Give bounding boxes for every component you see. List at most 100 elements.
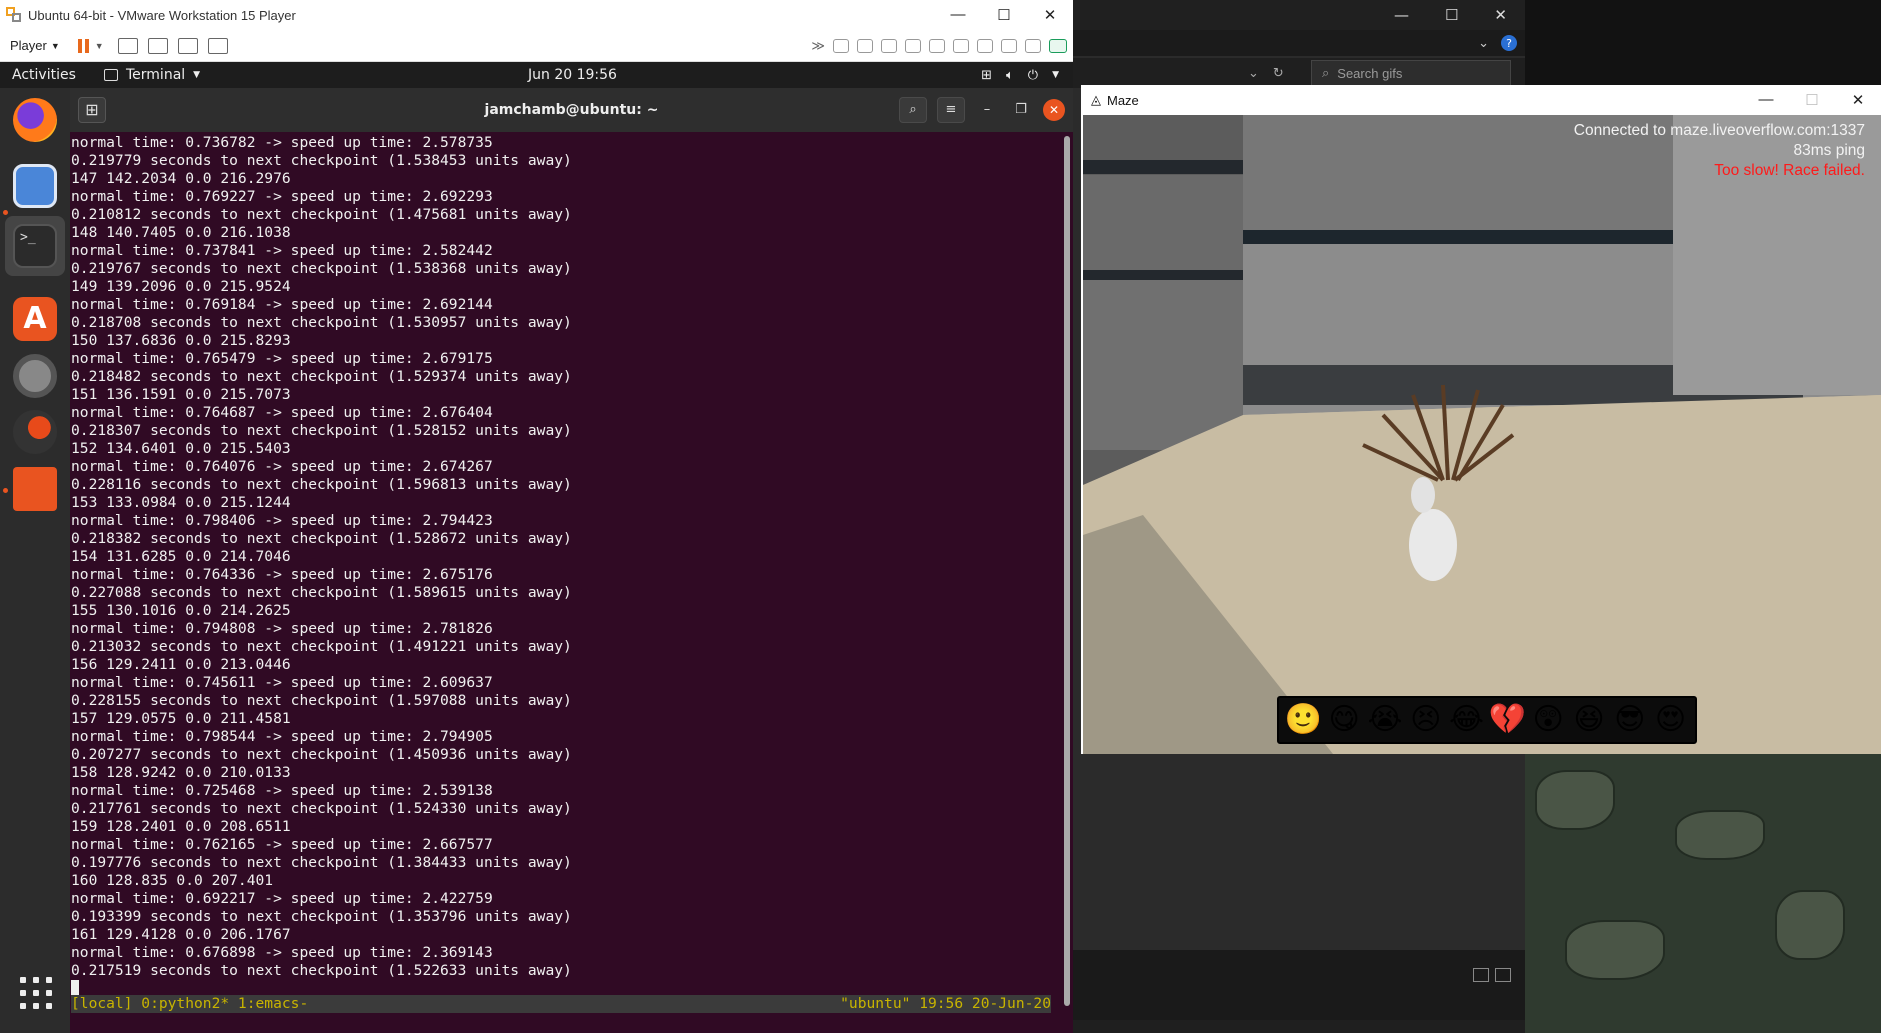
show-applications-icon[interactable] [20, 977, 52, 1009]
system-tray[interactable]: ⊞ 🔈︎ ⏻ ▼ [981, 68, 1059, 83]
cd-drive-icon[interactable] [857, 38, 873, 53]
search-button[interactable]: ⌕ [899, 97, 927, 123]
emoji-button[interactable]: 😆 [1570, 703, 1608, 737]
tmux-windows[interactable]: [local] 0:python2* 1:emacs- [71, 995, 308, 1013]
large-icons-view-icon[interactable] [1495, 968, 1511, 982]
camera-icon[interactable] [1001, 38, 1017, 53]
new-tab-button[interactable]: ⊞ [78, 97, 106, 123]
software-center-icon: A [13, 297, 57, 341]
search-placeholder: Search gifs [1337, 65, 1403, 81]
maze-title: Maze [1107, 92, 1139, 108]
terminal-line: 150 137.6836 0.0 215.8293 [71, 332, 291, 349]
message-log-icon[interactable] [1049, 38, 1067, 53]
cursor [71, 980, 79, 996]
refresh-icon[interactable]: ↻ [1273, 66, 1284, 81]
terminal-line: 160 128.835 0.0 207.401 [71, 872, 274, 889]
fullscreen-icon[interactable] [177, 37, 198, 54]
chevron-down-icon[interactable]: ⌄ [1478, 36, 1489, 51]
emoji-button[interactable]: 😋 [1325, 703, 1363, 737]
maze-window: ◬ Maze — ☐ ✕ Connected to maze.liveoverf… [1081, 85, 1881, 754]
terminal-line: 0.218708 seconds to next checkpoint (1.5… [71, 314, 572, 331]
emoji-button[interactable]: 😣 [1407, 703, 1445, 737]
emoji-button[interactable]: 💔 [1488, 703, 1526, 737]
player-menu-button[interactable]: Player ▼ [10, 38, 60, 53]
chevron-down-icon: ▼ [193, 70, 201, 80]
dock-item-software[interactable]: A [9, 293, 61, 345]
chevron-down-icon[interactable]: ▼ [95, 41, 104, 51]
close-button[interactable]: ✕ [1027, 6, 1073, 24]
terminal-icon [104, 69, 118, 81]
dock-item-settings[interactable] [9, 350, 61, 402]
printer-icon[interactable] [905, 38, 921, 53]
app-menu[interactable]: Terminal ▼ [104, 67, 200, 83]
terminal-line: normal time: 0.798406 -> speed up time: … [71, 512, 493, 529]
tmux-status-bar: [local] 0:python2* 1:emacs- "ubuntu" 19:… [71, 995, 1051, 1013]
terminal-line: 161 129.4128 0.0 206.1767 [71, 926, 291, 943]
terminal-icon: >_ [13, 224, 57, 268]
dock-item-files[interactable] [9, 160, 61, 212]
minimize-button[interactable]: — [935, 6, 981, 24]
close-button[interactable]: ✕ [1835, 91, 1881, 109]
send-ctrl-alt-del-icon[interactable] [117, 37, 138, 54]
bluetooth-icon[interactable] [977, 38, 993, 53]
ping-readout: 83ms ping [1793, 142, 1865, 159]
maximize-button: ☐ [1805, 92, 1819, 109]
terminal-line: normal time: 0.769227 -> speed up time: … [71, 188, 493, 205]
vmware-titlebar: Ubuntu 64-bit - VMware Workstation 15 Pl… [0, 0, 1073, 30]
rabbit-player [1409, 509, 1457, 581]
emoji-button[interactable]: 😎 [1611, 703, 1649, 737]
wall-stripe [1083, 270, 1243, 280]
emoji-button[interactable]: 😂 [1448, 703, 1486, 737]
chevron-down-icon[interactable]: ⌄ [1248, 66, 1259, 81]
details-view-icon[interactable] [1473, 968, 1489, 982]
activities-button[interactable]: Activities [0, 67, 104, 83]
pause-icon[interactable] [77, 38, 89, 53]
chevron-right-icon[interactable]: ≫ [811, 38, 825, 54]
usb-icon[interactable] [953, 38, 969, 53]
emoji-button[interactable]: 😲 [1529, 703, 1567, 737]
explorer-ribbon: ⌄ ? [1073, 30, 1525, 56]
explorer-status-area [1073, 950, 1525, 1020]
terminal-line: 154 131.6285 0.0 214.7046 [71, 548, 291, 565]
terminal-line: 0.228116 seconds to next checkpoint (1.5… [71, 476, 572, 493]
emoji-button[interactable]: 😭 [1366, 703, 1404, 737]
maximize-button[interactable]: ☐ [981, 6, 1027, 24]
terminal-line: normal time: 0.762165 -> speed up time: … [71, 836, 493, 853]
removable-devices-icon[interactable] [147, 37, 168, 54]
terminal-line: 159 128.2401 0.0 208.6511 [71, 818, 291, 835]
terminal-output[interactable]: normal time: 0.736782 -> speed up time: … [70, 132, 1060, 1014]
game-viewport[interactable]: Connected to maze.liveoverflow.com:1337 … [1083, 115, 1881, 754]
explorer-minimize-button[interactable]: — [1394, 6, 1409, 24]
terminal-line: 156 129.2411 0.0 213.0446 [71, 656, 291, 673]
vmware-title: Ubuntu 64-bit - VMware Workstation 15 Pl… [28, 7, 296, 23]
camera-icon[interactable] [1025, 38, 1041, 53]
dock-item-ghidra[interactable] [9, 463, 61, 515]
vmware-logo-icon [6, 7, 22, 23]
network-adapter-icon[interactable] [881, 38, 897, 53]
emoji-button[interactable]: 😍 [1652, 703, 1690, 737]
terminal-line: 0.217761 seconds to next checkpoint (1.5… [71, 800, 572, 817]
explorer-search-input[interactable]: ⌕ Search gifs [1311, 60, 1511, 86]
minimize-button[interactable]: – [975, 98, 999, 122]
terminal-header: ⊞ jamchamb@ubuntu: ~ ⌕ ≡ – ❐ ✕ [70, 88, 1073, 132]
restore-button[interactable]: ❐ [1009, 98, 1033, 122]
hard-disk-icon[interactable] [833, 38, 849, 53]
close-button[interactable]: ✕ [1043, 99, 1065, 121]
emoji-button[interactable]: 🙂 [1284, 703, 1322, 737]
menu-button[interactable]: ≡ [937, 97, 965, 123]
dock-item-firefox[interactable] [9, 94, 61, 146]
clock[interactable]: Jun 20 19:56 [528, 67, 617, 83]
dock-item-terminal[interactable]: >_ [5, 216, 65, 276]
explorer-maximize-button[interactable]: ☐ [1445, 6, 1458, 24]
scrollbar[interactable] [1064, 136, 1070, 1006]
unity-icon[interactable] [207, 37, 228, 54]
minimize-button[interactable]: — [1743, 91, 1789, 109]
terminal-line: 0.218382 seconds to next checkpoint (1.5… [71, 530, 572, 547]
help-icon[interactable]: ? [1501, 35, 1517, 51]
sound-card-icon[interactable] [929, 38, 945, 53]
terminal-line: 0.218307 seconds to next checkpoint (1.5… [71, 422, 572, 439]
rabbit-head [1411, 477, 1435, 513]
dock-item-app[interactable] [9, 406, 61, 458]
emoji-bar: 🙂 😋 😭 😣 😂 💔 😲 😆 😎 😍 [1277, 696, 1697, 744]
explorer-close-button[interactable]: ✕ [1494, 6, 1507, 24]
